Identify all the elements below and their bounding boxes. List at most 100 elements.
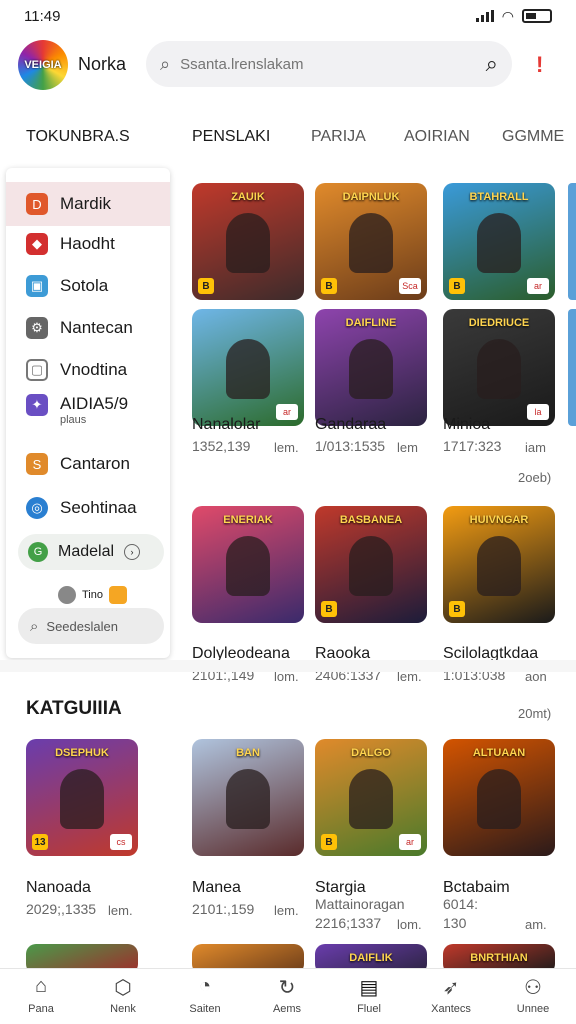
nav-item-nenk[interactable]: ⬡ Nenk [88, 975, 158, 1015]
nav-label: Pana [28, 1003, 54, 1015]
game-unit: am. [525, 917, 547, 932]
sidebar-item-label: AIDIA5/9 [60, 394, 129, 413]
tab-1[interactable]: PENSLAKI [192, 128, 270, 146]
sidebar-search-pill[interactable]: ⌕ Seedeslalen [18, 608, 164, 644]
game-unit: lem [397, 440, 418, 455]
game-name[interactable]: Minioa [443, 416, 490, 434]
app-name: Norka [78, 54, 127, 74]
nav-item-pana[interactable]: ⌂ Pana [6, 975, 76, 1015]
sidebar-search-label: Seedeslalen [46, 618, 118, 634]
game-card[interactable]: DAIFLINE [315, 309, 427, 426]
app-logo[interactable]: VEIGIA [18, 40, 68, 90]
game-name[interactable]: Manea [192, 879, 241, 897]
alert-icon[interactable]: ! [536, 52, 543, 78]
game-unit: lom. [397, 917, 422, 932]
search-submit-icon[interactable]: ⌕ [486, 51, 498, 77]
nav-item-saiten[interactable]: ◔ Saiten [170, 975, 240, 1015]
game-stat: 1/013:1535 [315, 438, 386, 454]
game-card[interactable]: BTAHRALL Bar [443, 183, 555, 300]
search-icon: ⌕ [160, 53, 171, 74]
game-card[interactable]: DIEDRIUCE la [443, 309, 555, 426]
nav-item-aems[interactable]: ↻ Aems [252, 975, 322, 1015]
frame-icon: ▢ [26, 359, 48, 381]
sidebar-item-label: Haodht [60, 234, 115, 253]
sidebar-item-6[interactable]: S Cantaron [6, 442, 170, 486]
status-time: 11:49 [24, 7, 61, 25]
sidebar-mini[interactable]: Tino [58, 586, 127, 604]
tab-2[interactable]: PARIJA [311, 128, 366, 146]
game-card[interactable]: ar [192, 309, 304, 426]
tab-3[interactable]: AOIRIAN [404, 128, 470, 146]
sidebar-item-5[interactable]: ✦ AIDIA5/9 plaus [6, 390, 170, 440]
game-card-title: BASBANEA [339, 514, 403, 526]
sidebar: D Mardik ◆ Haodht ▣ Sotola ⚙ Nantecan ▢ … [6, 168, 170, 658]
toggle-icon[interactable]: › [124, 544, 141, 560]
user-icon: ⚇ [524, 977, 542, 999]
nav-item-xantecs[interactable]: ➶ Xantecs [416, 975, 486, 1015]
sidebar-item-0[interactable]: D Mardik [6, 182, 170, 226]
nav-label: Nenk [110, 1003, 136, 1015]
sidebar-item-2[interactable]: ▣ Sotola [6, 264, 170, 308]
game-card-title: BNRTHIAN [470, 952, 528, 964]
wifi-icon: ◠ [501, 7, 514, 24]
more-label: 20mt) [518, 706, 552, 721]
rating-badge: B [321, 834, 337, 850]
search-icon: ⌕ [30, 617, 39, 635]
game-name[interactable]: Nanalolar [192, 416, 260, 434]
rating-badge: B [321, 278, 337, 294]
tab-0[interactable]: TOKUNBRA.S [26, 128, 130, 146]
sidebar-item-3[interactable]: ⚙ Nantecan [6, 306, 170, 350]
tab-4[interactable]: GGMME [502, 128, 564, 146]
bottom-nav: ⌂ Pana ⬡ Nenk ◔ Saiten ↻ Aems ▤ Fluel ➶ Xantecs ⚇ Unn… [0, 968, 576, 1024]
wallet-icon: ▤ [359, 977, 379, 999]
app-header: VEIGIA Norka ⌕ ⌕ ! [0, 38, 576, 94]
game-card-peek[interactable] [568, 309, 576, 426]
game-card[interactable]: HUIVNGAR B [443, 506, 555, 623]
sidebar-pill[interactable]: G Madelal › [18, 534, 164, 570]
nav-item-fluel[interactable]: ▤ Fluel [334, 975, 404, 1015]
game-card[interactable]: DAIPNLUK B Sca [315, 183, 427, 300]
game-card[interactable]: ALTUAAN [443, 739, 555, 856]
game-card[interactable]: ZAUIK B [192, 183, 304, 300]
game-name[interactable]: Gandaraa [315, 416, 386, 434]
sidebar-item-4[interactable]: ▢ Vnodtina [6, 348, 170, 392]
sidebar-item-7[interactable]: ◎ Seohtinaa [6, 486, 170, 530]
game-card[interactable]: BASBANEA B [315, 506, 427, 623]
section-title: KATGUIIIA [26, 698, 122, 719]
game-card-title: DAIFLIK [349, 952, 393, 964]
refresh-icon: ↻ [278, 977, 296, 999]
nav-item-unnee[interactable]: ⚇ Unnee [498, 975, 568, 1015]
game-name[interactable]: Bctabaim [443, 879, 510, 897]
home-icon: ⌂ [34, 975, 48, 997]
game-card[interactable]: BAN [192, 739, 304, 856]
game-subtitle: 6014: [443, 896, 479, 912]
sidebar-item-label: Nantecan [60, 318, 133, 337]
publisher-badge: Sca [399, 278, 421, 294]
game-character-art [477, 339, 521, 399]
publisher-badge: ar [276, 404, 298, 420]
game-card[interactable]: DSEPHUK 13 cs [26, 739, 138, 856]
game-card-title: ENERIAK [223, 514, 273, 526]
game-unit: lem. [274, 903, 299, 918]
game-card-peek[interactable] [568, 183, 576, 300]
game-character-art [226, 769, 270, 829]
game-card-title: BAN [236, 747, 260, 759]
rocket-icon: ➶ [442, 977, 460, 999]
game-stat: 2216;1337 [315, 915, 382, 931]
game-card[interactable]: DALGO Bar [315, 739, 427, 856]
sidebar-item-1[interactable]: ◆ Haodht [6, 222, 170, 266]
game-character-art [477, 769, 521, 829]
search-bar[interactable]: ⌕ ⌕ [146, 41, 512, 87]
game-icon: G [28, 542, 48, 562]
battery-icon [522, 9, 552, 23]
logo-text: VEIGIA [24, 59, 62, 71]
game-name[interactable]: Nanoada [26, 879, 91, 897]
game-character-art [477, 213, 521, 273]
sidebar-item-label: Seohtinaa [60, 498, 137, 517]
search-input[interactable] [180, 55, 476, 73]
game-name[interactable]: Stargia [315, 879, 366, 897]
avatar-icon [58, 586, 76, 604]
more-label: 2oeb) [518, 470, 552, 485]
sidebar-item-text: AIDIA5/9 plaus [60, 394, 128, 426]
game-card[interactable]: ENERIAK [192, 506, 304, 623]
